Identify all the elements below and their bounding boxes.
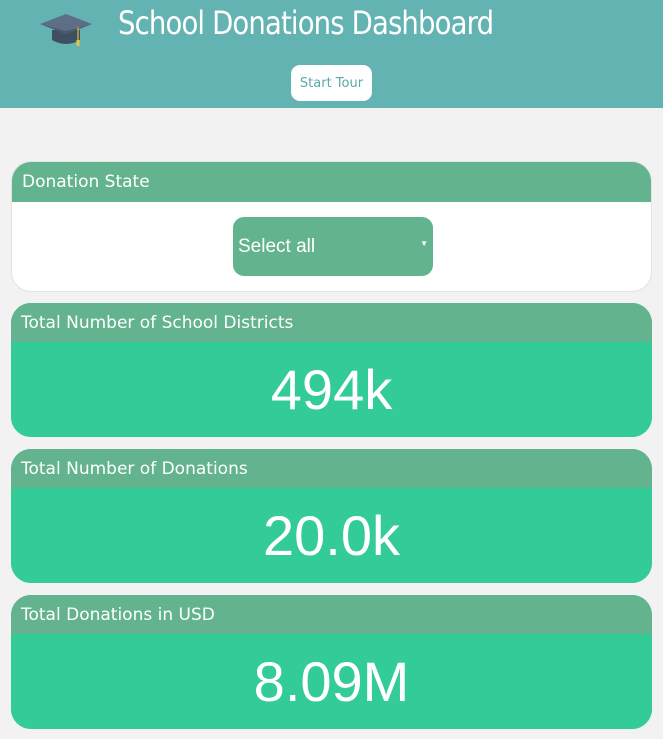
metric-label: Total Donations in USD <box>11 595 652 634</box>
metric-value: 8.09M <box>11 634 652 729</box>
metric-value: 20.0k <box>11 488 652 583</box>
donation-state-card: Donation State Select all ▼ <box>11 161 652 292</box>
graduation-cap-icon <box>38 10 94 50</box>
metric-card-donations-usd: Total Donations in USD 8.09M <box>11 595 652 729</box>
metric-value: 494k <box>11 342 652 437</box>
metric-label: Total Number of Donations <box>11 449 652 488</box>
metric-label: Total Number of School Districts <box>11 303 652 342</box>
donation-state-body: Select all ▼ <box>12 202 651 291</box>
donation-state-select[interactable]: Select all ▼ <box>233 217 433 276</box>
dropdown-arrow-icon: ▼ <box>420 239 428 248</box>
donation-state-label: Donation State <box>12 162 651 202</box>
header-bar: School Donations Dashboard Start Tour <box>0 0 663 108</box>
start-tour-button[interactable]: Start Tour <box>291 65 372 101</box>
select-value: Select all <box>238 235 316 257</box>
metric-card-donations: Total Number of Donations 20.0k <box>11 449 652 583</box>
page-title: School Donations Dashboard <box>118 4 494 42</box>
metric-card-school-districts: Total Number of School Districts 494k <box>11 303 652 437</box>
